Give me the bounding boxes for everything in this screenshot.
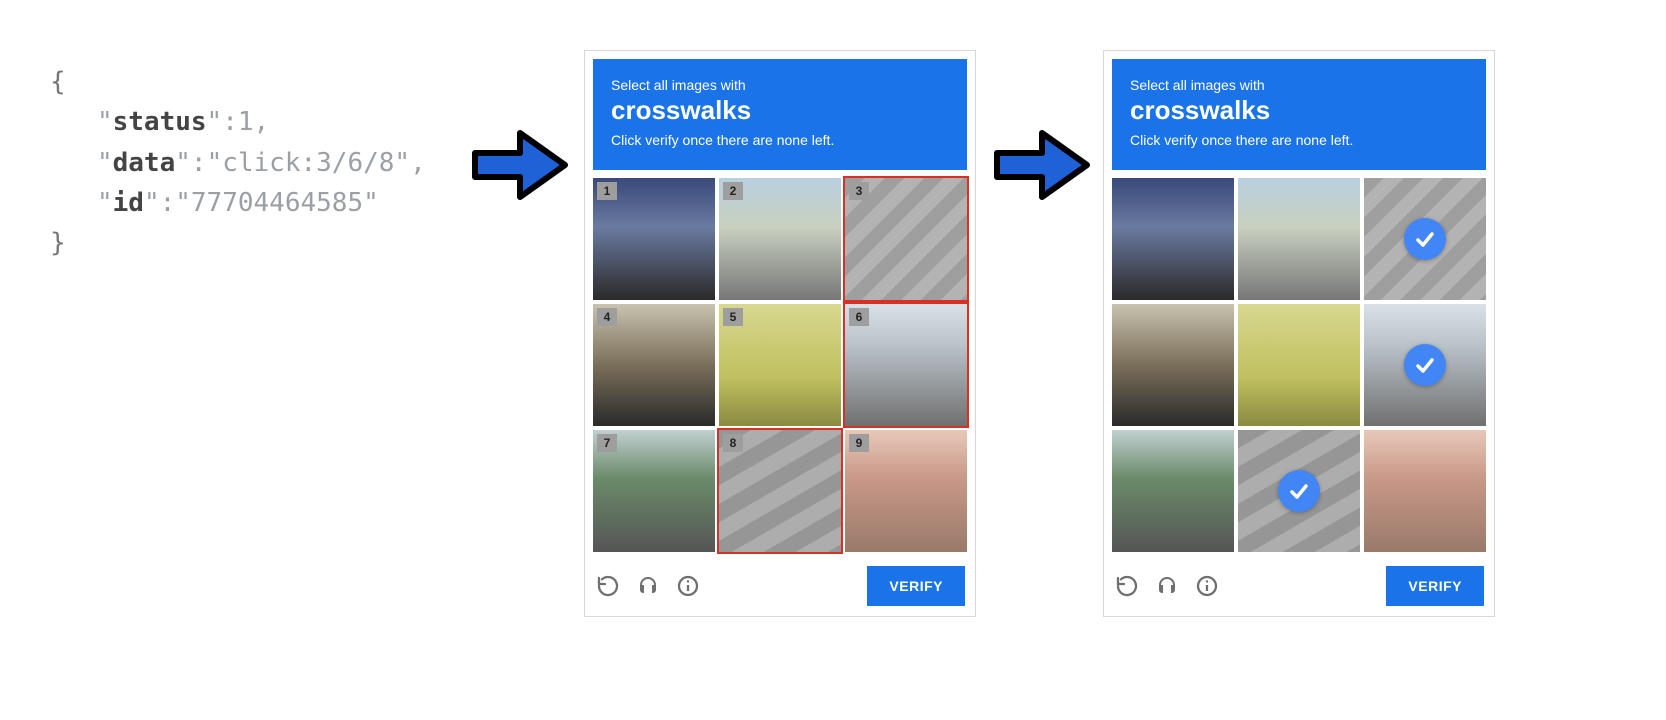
checkmark-icon: [1278, 470, 1320, 512]
captcha-footer: VERIFY: [1112, 560, 1486, 608]
refresh-icon[interactable]: [1114, 573, 1140, 599]
prompt-target: crosswalks: [611, 95, 949, 126]
captcha-tile[interactable]: [1364, 304, 1486, 426]
captcha-tile[interactable]: 1: [593, 178, 715, 300]
captcha-tile[interactable]: [1112, 178, 1234, 300]
info-icon[interactable]: [675, 573, 701, 599]
tile-number-label: 6: [849, 308, 869, 326]
verify-button[interactable]: VERIFY: [1386, 566, 1484, 606]
captcha-grid: [1112, 178, 1486, 552]
captcha-tile[interactable]: 4: [593, 304, 715, 426]
prompt-target: crosswalks: [1130, 95, 1468, 126]
captcha-tile[interactable]: [1364, 430, 1486, 552]
prompt-line-3: Click verify once there are none left.: [611, 132, 949, 148]
arrow-right-icon: [470, 125, 570, 205]
tile-number-label: 8: [723, 434, 743, 452]
tile-number-label: 3: [849, 182, 869, 200]
prompt-line-3: Click verify once there are none left.: [1130, 132, 1468, 148]
headphones-icon[interactable]: [635, 573, 661, 599]
tile-number-label: 2: [723, 182, 743, 200]
tile-number-label: 4: [597, 308, 617, 326]
tile-number-label: 7: [597, 434, 617, 452]
captcha-header: Select all images with crosswalks Click …: [593, 59, 967, 170]
prompt-line-1: Select all images with: [1130, 77, 1468, 93]
headphones-icon[interactable]: [1154, 573, 1180, 599]
captcha-tile[interactable]: [1364, 178, 1486, 300]
captcha-tile[interactable]: [1112, 430, 1234, 552]
tile-number-label: 1: [597, 182, 617, 200]
captcha-tile[interactable]: 9: [845, 430, 967, 552]
captcha-panel-step2: Select all images with crosswalks Click …: [1103, 50, 1495, 617]
prompt-line-1: Select all images with: [611, 77, 949, 93]
checkmark-icon: [1404, 218, 1446, 260]
captcha-header: Select all images with crosswalks Click …: [1112, 59, 1486, 170]
captcha-tile[interactable]: 8: [719, 430, 841, 552]
json-payload-display: { "status":1, "data":"click:3/6/8", "id"…: [50, 62, 426, 263]
tile-number-label: 9: [849, 434, 869, 452]
verify-button[interactable]: VERIFY: [867, 566, 965, 606]
captcha-tile[interactable]: [1112, 304, 1234, 426]
info-icon[interactable]: [1194, 573, 1220, 599]
captcha-tile[interactable]: 6: [845, 304, 967, 426]
captcha-grid: 1 2 3 4 5 6 7 8 9: [593, 178, 967, 552]
captcha-tile[interactable]: 5: [719, 304, 841, 426]
captcha-footer: VERIFY: [593, 560, 967, 608]
captcha-tile[interactable]: [1238, 430, 1360, 552]
captcha-panel-step1: Select all images with crosswalks Click …: [584, 50, 976, 617]
tile-number-label: 5: [723, 308, 743, 326]
refresh-icon[interactable]: [595, 573, 621, 599]
captcha-tile[interactable]: [1238, 304, 1360, 426]
checkmark-icon: [1404, 344, 1446, 386]
captcha-tile[interactable]: 3: [845, 178, 967, 300]
captcha-tile[interactable]: [1238, 178, 1360, 300]
arrow-right-icon: [992, 125, 1092, 205]
captcha-tile[interactable]: 2: [719, 178, 841, 300]
captcha-tile[interactable]: 7: [593, 430, 715, 552]
